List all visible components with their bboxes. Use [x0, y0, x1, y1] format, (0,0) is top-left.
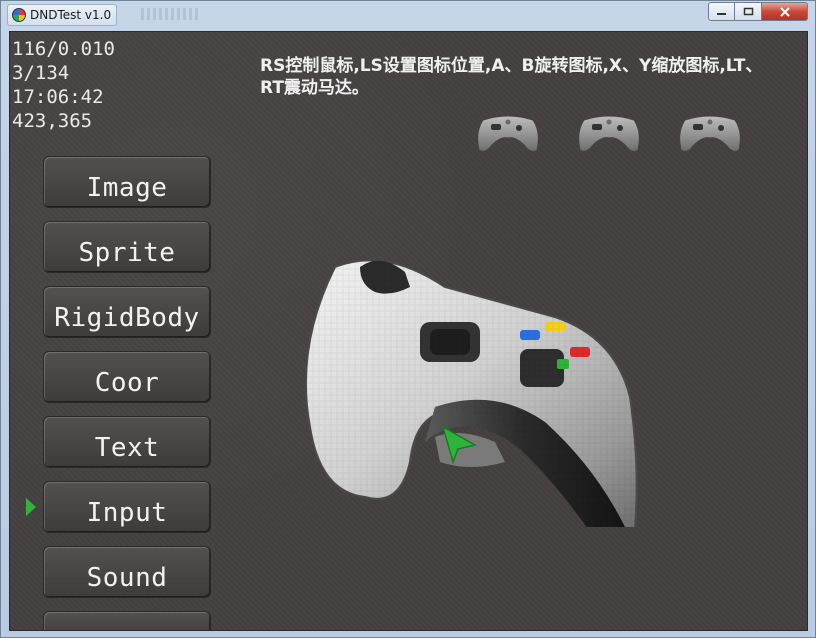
menu-button-sprite[interactable]: Sprite [43, 221, 211, 273]
menu-button-label: RigidBody [54, 303, 200, 333]
menu-button-input[interactable]: Input [43, 481, 211, 533]
menu-button-label: Sound [86, 563, 168, 593]
app-window: DNDTest v1.0 116/0.010 3/134 17:06:42 42… [0, 0, 816, 638]
controller-1-icon [477, 115, 539, 152]
controller-status-row [475, 110, 743, 156]
menu-button-label: Sprite [78, 238, 176, 268]
gamepad-sprite-icon[interactable] [295, 227, 645, 527]
window-controls [708, 2, 808, 21]
instructions-text: RS控制鼠标,LS设置图标位置,A、B旋转图标,X、Y缩放图标,LT、RT震动马… [260, 56, 763, 98]
debug-stats: 116/0.010 3/134 17:06:42 423,365 [12, 37, 115, 133]
stat-cursor-position: 423,365 [12, 110, 93, 132]
close-button[interactable] [762, 2, 808, 21]
menu-button-coor[interactable]: Coor [43, 351, 211, 403]
app-icon [12, 8, 26, 22]
menu-button-label: Coor [94, 368, 160, 398]
menu-button-label: Image [86, 173, 168, 203]
stat-counts: 3/134 [12, 62, 70, 84]
maximize-icon [743, 7, 753, 16]
minimize-button[interactable] [708, 2, 735, 21]
menu-button-sound[interactable]: Sound [43, 546, 211, 598]
demo-menu: Image Sprite RigidBody Coor Text Input S… [43, 156, 213, 630]
selection-arrow-icon [26, 498, 36, 516]
menu-button-rigidbody[interactable]: RigidBody [43, 286, 211, 338]
menu-button-text[interactable]: Text [43, 416, 211, 468]
menu-button-label: Input [86, 498, 168, 528]
menu-button-label: Text [94, 433, 160, 463]
menu-button-partial[interactable] [43, 611, 211, 630]
close-icon [779, 6, 790, 17]
controller-3-icon [679, 115, 741, 152]
stat-fps: 116/0.010 [12, 38, 115, 60]
stat-clock: 17:06:42 [12, 86, 104, 108]
window-title-tab[interactable]: DNDTest v1.0 [7, 4, 117, 26]
game-canvas[interactable]: 116/0.010 3/134 17:06:42 423,365 RS控制鼠标,… [9, 31, 808, 631]
window-title: DNDTest v1.0 [30, 8, 112, 22]
controller-2-icon [578, 115, 640, 152]
background-tab-ghost [141, 8, 201, 20]
title-bar[interactable]: DNDTest v1.0 [1, 1, 815, 31]
maximize-button[interactable] [735, 2, 762, 21]
minimize-icon [717, 12, 726, 15]
menu-button-image[interactable]: Image [43, 156, 211, 208]
